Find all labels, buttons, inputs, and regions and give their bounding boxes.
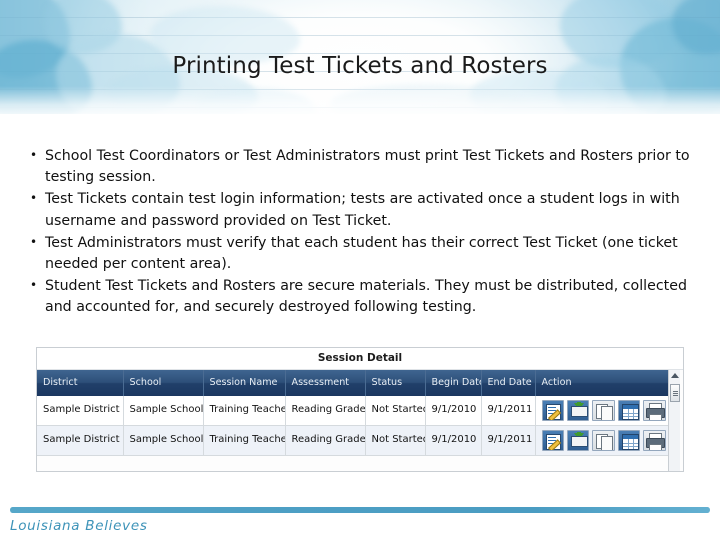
column-header-session-name[interactable]: Session Name	[203, 370, 286, 396]
list-item: Test Tickets contain test login informat…	[26, 188, 690, 231]
cell-session-name: Training Teacher/Class/S	[203, 425, 286, 456]
cell-action	[535, 396, 672, 426]
cell-begin-date: 9/1/2010	[425, 396, 482, 426]
grid-icon[interactable]	[617, 430, 641, 451]
list-item: School Test Coordinators or Test Adminis…	[26, 145, 690, 188]
column-header-end-date[interactable]: End Date	[481, 370, 536, 396]
cell-assessment: Reading Grade 7 FT	[285, 425, 366, 456]
grid-icon[interactable]	[617, 400, 641, 421]
slide-body: School Test Coordinators or Test Adminis…	[26, 145, 690, 320]
cell-school: Sample School 1	[123, 396, 204, 426]
cell-district: Sample District	[37, 425, 124, 456]
cell-status: Not Started	[365, 396, 426, 426]
cell-assessment: Reading Grade 6 FT	[285, 396, 366, 426]
table-header-row: District School Session Name Assessment …	[37, 370, 672, 396]
print-icon[interactable]	[643, 430, 666, 451]
action-icon-group	[541, 430, 666, 451]
column-header-status[interactable]: Status	[365, 370, 426, 396]
cell-school: Sample School 1	[123, 425, 204, 456]
scroll-up-arrow-icon[interactable]	[671, 373, 679, 378]
list-item: Student Test Tickets and Rosters are sec…	[26, 275, 690, 318]
louisiana-believes-logo: Louisiana Believes	[10, 518, 148, 534]
copy-icon[interactable]	[592, 430, 615, 451]
cell-status: Not Started	[365, 425, 426, 456]
cell-district: Sample District	[37, 396, 124, 426]
page-title: Printing Test Tickets and Rosters	[172, 53, 548, 80]
header-fade-overlay	[0, 86, 720, 114]
import-icon[interactable]	[566, 400, 590, 421]
scrollbar-thumb[interactable]	[670, 384, 680, 402]
print-icon[interactable]	[643, 400, 666, 421]
column-header-begin-date[interactable]: Begin Date	[425, 370, 482, 396]
column-header-action[interactable]: Action	[535, 370, 672, 396]
edit-icon[interactable]	[541, 430, 564, 451]
table-row: Sample District Sample School 1 Training…	[37, 396, 672, 426]
list-item: Test Administrators must verify that eac…	[26, 232, 690, 275]
session-detail-grid-wrapper: District School Session Name Assessment …	[37, 370, 683, 471]
copy-icon[interactable]	[592, 400, 615, 421]
cell-end-date: 9/1/2011	[481, 396, 536, 426]
slide: Printing Test Tickets and Rosters School…	[0, 0, 720, 540]
edit-icon[interactable]	[541, 400, 564, 421]
footer-brush-stroke	[10, 507, 710, 513]
session-detail-caption: Session Detail	[37, 348, 683, 370]
cell-end-date: 9/1/2011	[481, 425, 536, 456]
action-icon-group	[541, 400, 666, 421]
table-row: Sample District Sample School 1 Training…	[37, 425, 672, 456]
column-header-school[interactable]: School	[123, 370, 204, 396]
cell-begin-date: 9/1/2010	[425, 425, 482, 456]
column-header-assessment[interactable]: Assessment	[285, 370, 366, 396]
grid-vertical-scrollbar[interactable]	[668, 370, 680, 471]
bullet-list: School Test Coordinators or Test Adminis…	[26, 145, 690, 319]
column-header-district[interactable]: District	[37, 370, 124, 396]
cell-action	[535, 425, 672, 456]
session-detail-screenshot: Session Detail District School Session N…	[36, 347, 684, 472]
cell-session-name: Training Teacher/Class/S	[203, 396, 286, 426]
import-icon[interactable]	[566, 430, 590, 451]
session-detail-table: District School Session Name Assessment …	[37, 370, 672, 456]
